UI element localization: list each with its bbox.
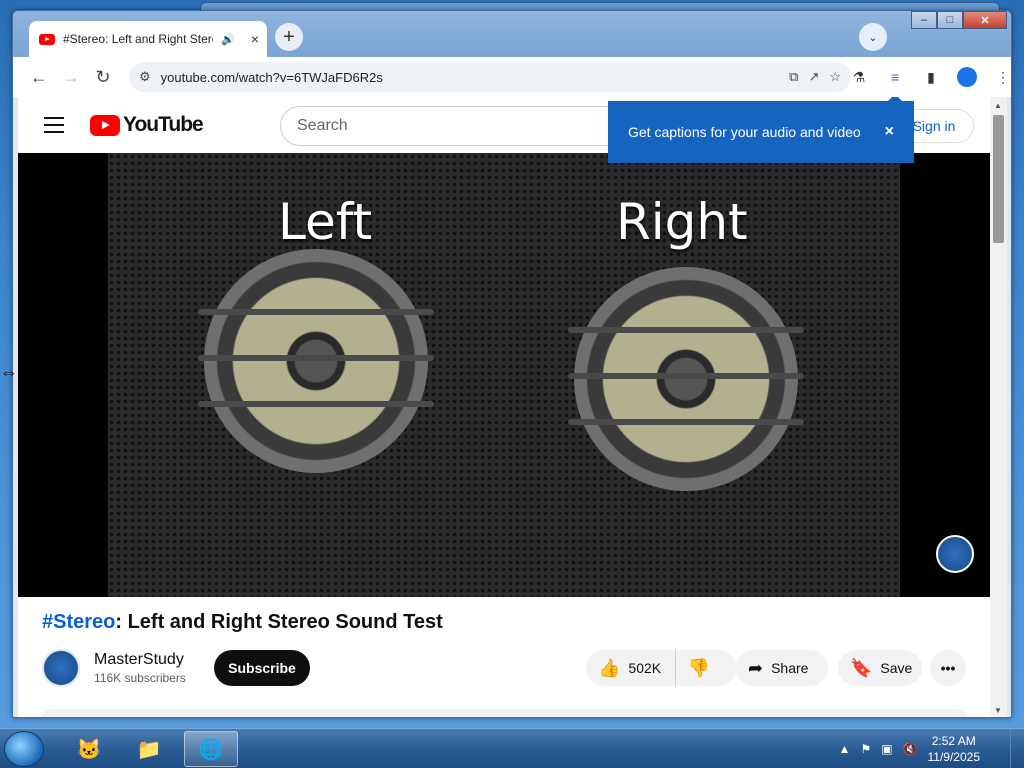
media-queue-icon[interactable]: ≡ xyxy=(879,61,911,93)
tab-title: #Stereo: Left and Right Stereo Sound Tes… xyxy=(63,32,213,46)
reload-button[interactable]: ↻ xyxy=(87,61,119,93)
scroll-thumb[interactable] xyxy=(993,115,1004,243)
save-button[interactable]: 🔖 Save xyxy=(838,650,922,686)
thumbs-down-icon: 👎 xyxy=(687,657,711,678)
maximize-button[interactable]: □ xyxy=(937,11,963,29)
dislike-button[interactable]: 👎 xyxy=(676,658,722,679)
left-speaker-label: Left xyxy=(278,193,373,251)
video-player[interactable]: Left Right xyxy=(18,153,990,597)
tab-strip: #Stereo: Left and Right Stereo Sound Tes… xyxy=(13,11,1011,57)
like-button[interactable]: 👍 502K xyxy=(586,650,677,686)
hashtag-link[interactable]: #Stereo xyxy=(42,611,115,633)
youtube-favicon-icon xyxy=(39,33,55,45)
profile-avatar-icon xyxy=(957,67,977,87)
share-label: Share xyxy=(771,660,809,676)
speaker-icon[interactable]: 🔊 xyxy=(221,33,235,46)
youtube-play-logo-icon xyxy=(90,114,120,136)
menu-kebab-icon[interactable]: ⋮ xyxy=(987,61,1011,93)
more-actions-button[interactable]: ••• xyxy=(930,650,966,686)
volume-muted-icon[interactable]: 🔇 xyxy=(903,742,918,756)
forward-button[interactable]: → xyxy=(55,61,87,93)
url-text[interactable]: youtube.com/watch?v=6TWJaFD6R2s xyxy=(161,70,779,85)
clock-date: 11/9/2025 xyxy=(927,750,981,764)
video-title: #Stereo: Left and Right Stereo Sound Tes… xyxy=(42,611,443,634)
action-center-flag-icon[interactable]: ⚑ xyxy=(860,742,871,756)
video-frame: Left Right xyxy=(108,153,900,597)
share-arrow-icon: ➦ xyxy=(748,657,764,678)
share-page-icon[interactable]: ↗ xyxy=(808,69,819,85)
youtube-logo-text: YouTube xyxy=(123,113,204,136)
side-panel-icon[interactable]: ▮ xyxy=(915,61,947,93)
taskbar: 🐱 📁 🌐 ▲ ⚑ ▣ 🔇 2:52 AM 11/9/2025 xyxy=(0,728,1024,768)
bookmark-star-icon[interactable]: ☆ xyxy=(829,69,841,85)
hamburger-menu-icon[interactable] xyxy=(42,113,66,137)
subscriber-count: 116K subscribers xyxy=(94,671,186,685)
channel-info: MasterStudy 116K subscribers xyxy=(94,651,186,685)
channel-name[interactable]: MasterStudy xyxy=(94,651,186,669)
right-speaker-icon xyxy=(568,267,804,491)
start-button[interactable] xyxy=(4,731,44,767)
youtube-logo[interactable]: YouTube xyxy=(90,113,204,137)
video-title-text: : Left and Right Stereo Sound Test xyxy=(115,611,443,633)
channel-owner: MasterStudy 116K subscribers xyxy=(42,649,186,687)
profile-button[interactable] xyxy=(951,61,983,93)
like-count: 502K xyxy=(628,660,662,676)
install-app-icon[interactable]: ⧉ xyxy=(789,69,798,85)
tab-close-icon[interactable]: × xyxy=(251,31,259,47)
description-box[interactable] xyxy=(42,709,966,717)
taskbar-explorer-icon[interactable]: 📁 xyxy=(122,731,176,767)
thumbs-up-icon: 👍 xyxy=(598,657,621,678)
new-tab-button[interactable]: + xyxy=(275,23,303,51)
bookmark-save-icon: 🔖 xyxy=(850,657,873,678)
share-button[interactable]: ➦ Share xyxy=(736,650,828,686)
browser-window: #Stereo: Left and Right Stereo Sound Tes… xyxy=(12,10,1012,718)
clock[interactable]: 2:52 AM 11/9/2025 xyxy=(928,733,981,765)
site-info-icon[interactable]: ⚙ xyxy=(139,69,151,85)
subscribe-button[interactable]: Subscribe xyxy=(214,650,310,686)
browser-toolbar: ← → ↻ ⚙ youtube.com/watch?v=6TWJaFD6R2s … xyxy=(13,57,1011,97)
youtube-page: YouTube Search Sign in Get captions for … xyxy=(18,97,990,717)
window-controls: – □ ✕ xyxy=(911,11,1007,29)
close-window-button[interactable]: ✕ xyxy=(963,11,1007,29)
scroll-up-icon[interactable]: ▲ xyxy=(994,101,1002,110)
captions-callout: Get captions for your audio and video × xyxy=(608,97,914,163)
taskbar-browser-icon[interactable]: 🌐 xyxy=(184,731,238,767)
minimize-button[interactable]: – xyxy=(911,11,937,29)
show-desktop-button[interactable] xyxy=(1010,729,1024,768)
tab-search-button[interactable]: ⌄ xyxy=(859,23,887,51)
left-speaker-icon xyxy=(198,249,434,473)
network-icon[interactable]: ▣ xyxy=(881,742,892,756)
save-label: Save xyxy=(880,660,913,676)
back-button[interactable]: ← xyxy=(23,61,55,93)
page-scrollbar[interactable]: ▲ ▼ xyxy=(990,97,1007,717)
right-speaker-label: Right xyxy=(616,193,748,251)
labs-flask-icon[interactable]: ⚗ xyxy=(843,61,875,93)
resize-cursor-icon: ⇔ xyxy=(0,362,18,382)
scroll-down-icon[interactable]: ▼ xyxy=(994,706,1002,715)
channel-watermark-icon[interactable] xyxy=(936,535,974,573)
callout-close-icon[interactable]: × xyxy=(885,123,894,141)
address-bar[interactable]: ⚙ youtube.com/watch?v=6TWJaFD6R2s ⧉ ↗ ☆ xyxy=(129,62,851,92)
like-dislike-group: 👍 502K 👎 xyxy=(586,650,736,686)
clock-time: 2:52 AM xyxy=(931,734,976,748)
show-hidden-icons-icon[interactable]: ▲ xyxy=(839,742,851,756)
taskbar-app-cat-icon[interactable]: 🐱 xyxy=(62,731,116,767)
callout-text: Get captions for your audio and video xyxy=(628,124,861,140)
channel-avatar[interactable] xyxy=(42,649,80,687)
system-tray: ▲ ⚑ ▣ 🔇 2:52 AM 11/9/2025 xyxy=(839,729,980,768)
tab-active[interactable]: #Stereo: Left and Right Stereo Sound Tes… xyxy=(29,21,267,57)
toolbar-actions: ⚗ ≡ ▮ ⋮ xyxy=(843,61,1011,93)
